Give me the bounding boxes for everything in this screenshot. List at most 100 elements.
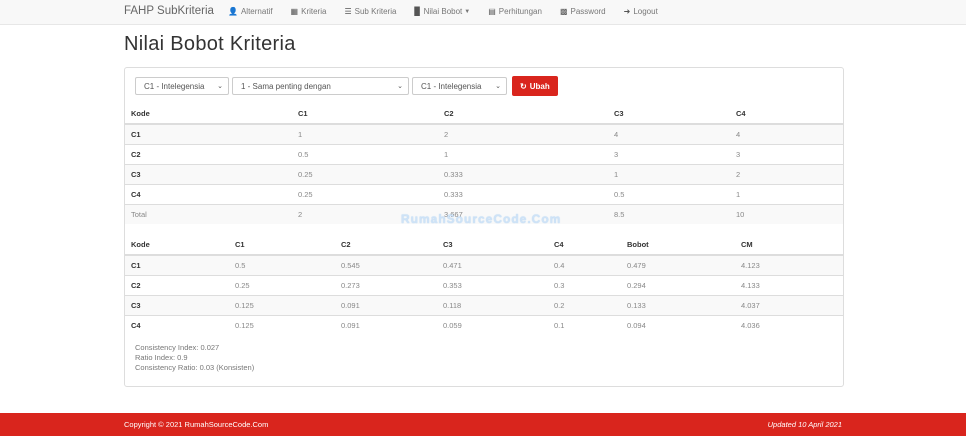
cell: C3 (125, 164, 292, 185)
cell: 0.118 (437, 295, 548, 316)
cell: 4 (730, 123, 843, 145)
cell: 0.091 (335, 315, 437, 335)
lock-icon: ▩ (559, 7, 568, 16)
column-header: C4 (730, 103, 843, 125)
nav-label: Perhitungan (498, 7, 542, 16)
user-icon: 👤 (228, 7, 238, 16)
cell: 0.125 (229, 315, 335, 335)
cell: 0.059 (437, 315, 548, 335)
consistency-index: Consistency Index: 0.027 (135, 343, 220, 352)
cell: 0.094 (621, 315, 735, 335)
cell: 0.5 (229, 254, 335, 276)
consistency-info: Consistency Index: 0.027 Ratio Index: 0.… (135, 343, 254, 373)
cell: C1 (125, 123, 292, 145)
cell: 1 (730, 184, 843, 205)
logout-icon: ➜ (623, 7, 631, 16)
cell: C4 (125, 184, 292, 205)
ubah-button[interactable]: ↻ Ubah (512, 76, 558, 96)
weight-form: C1 - Intelegensia ⌄ 1 - Sama penting deng… (135, 76, 558, 96)
table-row: C3 0.125 0.091 0.118 0.2 0.133 4.037 (125, 295, 843, 316)
column-header: CM (735, 234, 843, 256)
cell: 0.133 (621, 295, 735, 316)
navbar: FAHP SubKriteria 👤 Alternatif ▦ Kriteria ☰… (0, 0, 966, 25)
nav-kriteria[interactable]: ▦ Kriteria (291, 7, 327, 16)
criteria-select-1[interactable]: C1 - Intelegensia ⌄ (135, 77, 229, 95)
cell: 3 (730, 144, 843, 165)
cell: 2 (730, 164, 843, 185)
cell: C1 (125, 254, 229, 276)
copyright-text: Copyright © 2021 RumahSourceCode.Com (124, 420, 269, 429)
nav-label: Nilai Bobot (423, 7, 463, 16)
column-header: Kode (125, 103, 292, 125)
column-header: C3 (437, 234, 548, 256)
watermark: RumahSourceCode.Com (401, 212, 562, 226)
cell: 0.4 (548, 254, 621, 276)
cell: C2 (125, 144, 292, 165)
table-row: C2 0.5 1 3 3 (125, 144, 843, 165)
cell: 2 (438, 123, 608, 145)
column-header: Kode (125, 234, 229, 256)
cell: 4.036 (735, 315, 843, 335)
grid-icon: ▦ (290, 7, 299, 16)
cell: 0.2 (548, 295, 621, 316)
nav-nilai-bobot[interactable]: ▉ Nilai Bobot ▼ (414, 7, 470, 16)
updated-text: Updated 10 April 2021 (767, 420, 842, 429)
cell: 0.333 (438, 164, 608, 185)
cell: C3 (125, 295, 229, 316)
cell: Total (125, 204, 292, 224)
calendar-icon: ▤ (488, 7, 496, 16)
cell: 0.3 (548, 275, 621, 296)
consistency-ratio: Consistency Ratio: 0.03 (Konsisten) (135, 363, 255, 372)
table-row: C3 0.25 0.333 1 2 (125, 164, 843, 185)
nav-label: Alternatif (240, 7, 273, 16)
importance-select[interactable]: 1 - Sama penting dengan ⌄ (232, 77, 409, 95)
select-value: C1 - Intelegensia (144, 81, 205, 91)
cell: 1 (438, 144, 608, 165)
table-row: C2 0.25 0.273 0.353 0.3 0.294 4.133 (125, 275, 843, 296)
brand-link[interactable]: FAHP SubKriteria (124, 5, 214, 17)
cell: 1 (292, 123, 438, 145)
column-header: C4 (548, 234, 621, 256)
weight-table: Kode C1 C2 C3 C4 Bobot CM C1 0.5 0.545 0.47… (125, 234, 843, 335)
cell: 4 (608, 123, 730, 145)
cell: 0.091 (335, 295, 437, 316)
cell: 8.5 (608, 204, 730, 224)
column-header: Bobot (621, 234, 735, 256)
cell: 0.1 (548, 315, 621, 335)
nav-sub-kriteria[interactable]: ☰ Sub Kriteria (344, 7, 396, 16)
nav-password[interactable]: ▩ Password (560, 7, 606, 16)
cell: 10 (730, 204, 843, 224)
criteria-select-2[interactable]: C1 - Intelegensia ⌄ (412, 77, 507, 95)
page-title: Nilai Bobot Kriteria (124, 33, 296, 55)
cell: 3 (608, 144, 730, 165)
cell: 0.471 (437, 254, 548, 276)
caret-down-icon: ▼ (464, 8, 471, 15)
table-row: C4 0.125 0.091 0.059 0.1 0.094 4.036 (125, 315, 843, 335)
cell: 0.294 (621, 275, 735, 296)
cell: 0.273 (335, 275, 437, 296)
cell: C2 (125, 275, 229, 296)
select-value: 1 - Sama penting dengan (241, 81, 331, 91)
nav-perhitungan[interactable]: ▤ Perhitungan (488, 7, 542, 16)
refresh-icon: ↻ (520, 81, 527, 91)
column-header: C2 (438, 103, 608, 125)
cell: 0.25 (292, 164, 438, 185)
chevron-down-icon: ⌄ (217, 83, 223, 90)
nav-logout[interactable]: ➜ Logout (624, 7, 658, 16)
cell: 0.25 (292, 184, 438, 205)
cell: 0.353 (437, 275, 548, 296)
cell: 0.125 (229, 295, 335, 316)
cell: 0.25 (229, 275, 335, 296)
column-header: C1 (229, 234, 335, 256)
table-row: C1 0.5 0.545 0.471 0.4 0.479 4.123 (125, 254, 843, 276)
bar-chart-icon: ▉ (414, 7, 421, 16)
table-row: C1 1 2 4 4 (125, 123, 843, 145)
cell: 0.479 (621, 254, 735, 276)
nav-label: Logout (633, 7, 658, 16)
chevron-down-icon: ⌄ (397, 83, 403, 90)
cell: C4 (125, 315, 229, 335)
table-row: C4 0.25 0.333 0.5 1 (125, 184, 843, 205)
cell: 0.5 (292, 144, 438, 165)
comparison-table: Kode C1 C2 C3 C4 C1 1 2 4 4 C2 0.5 1 3 3 C3 0.25 0… (125, 103, 843, 224)
nav-alternatif[interactable]: 👤 Alternatif (228, 7, 273, 16)
